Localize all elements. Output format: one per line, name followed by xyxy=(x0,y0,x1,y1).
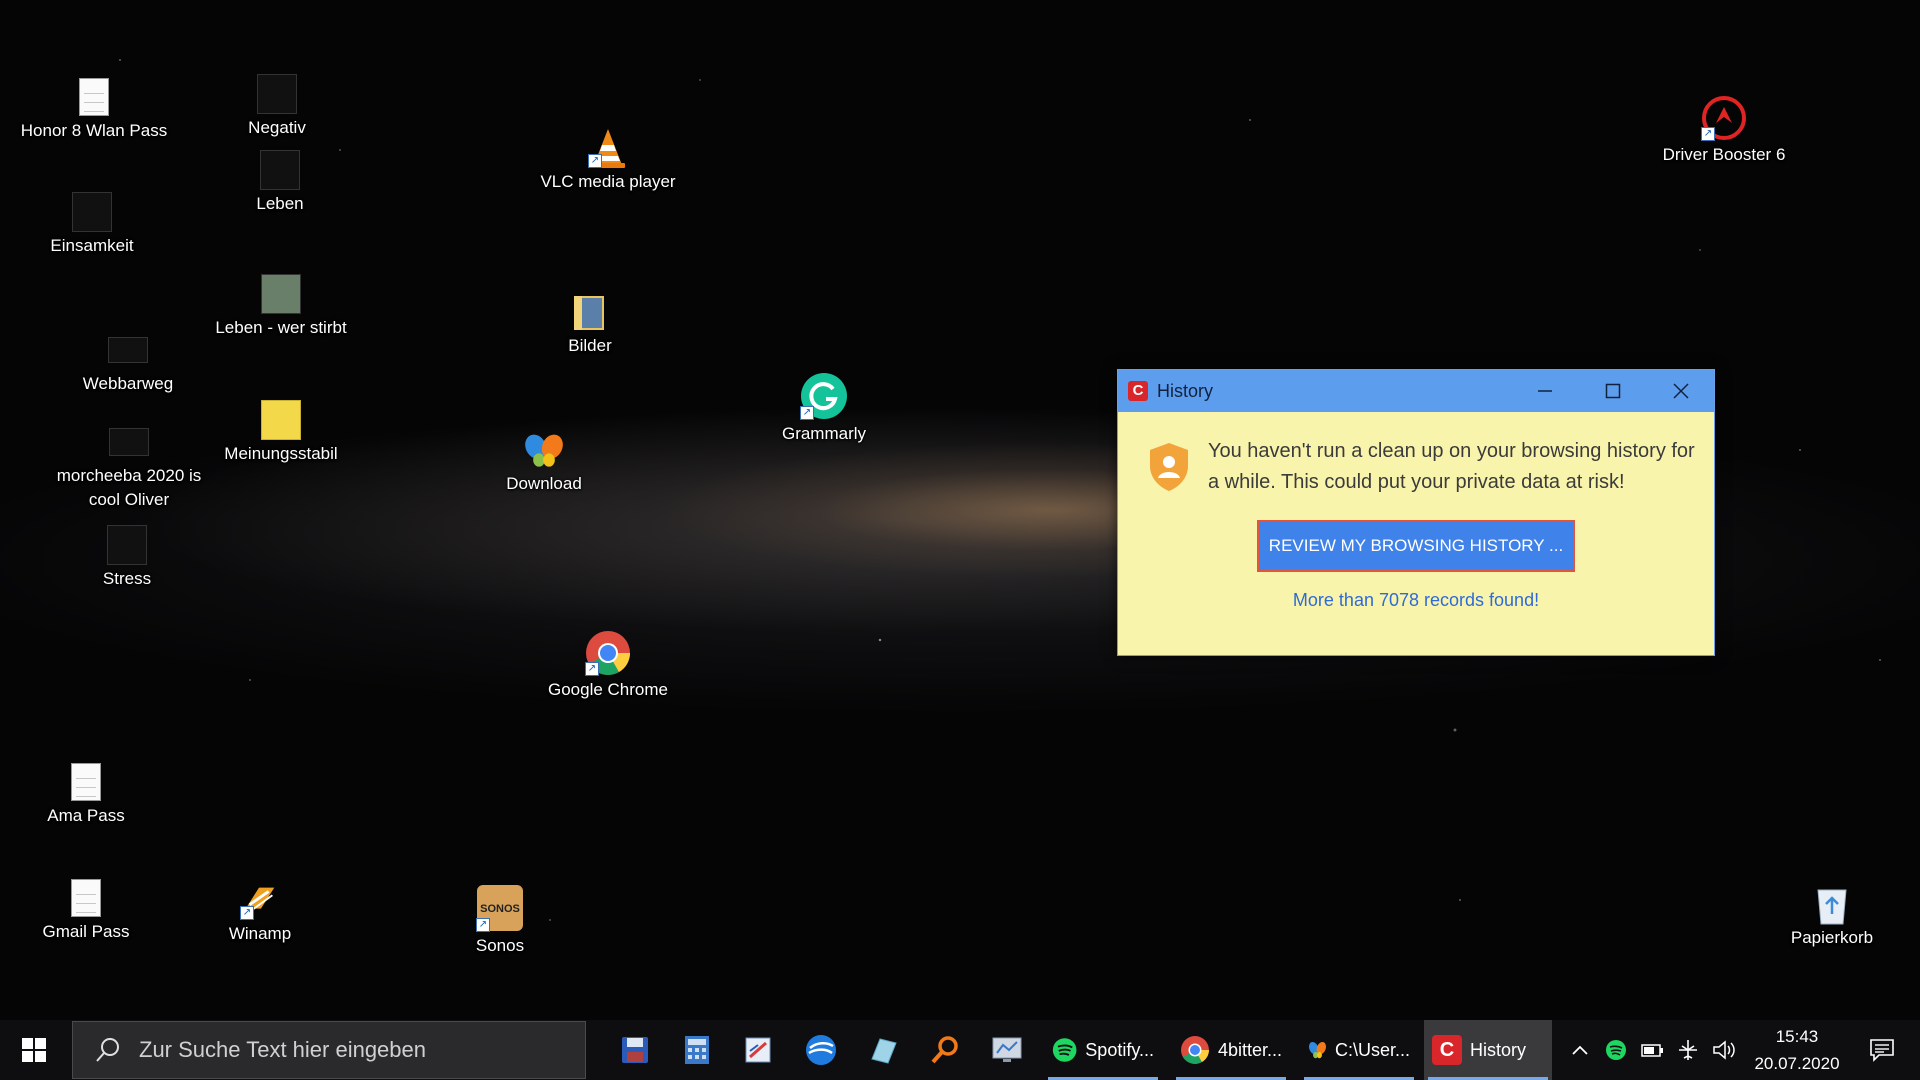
action-center-button[interactable] xyxy=(1852,1020,1912,1080)
desktop-icon-winamp[interactable]: ↗ Winamp xyxy=(185,880,335,946)
pinned-apps xyxy=(604,1020,1038,1080)
clock-date: 20.07.2020 xyxy=(1754,1054,1840,1073)
shortcut-arrow-icon: ↗ xyxy=(800,406,814,420)
battery-icon[interactable] xyxy=(1634,1020,1670,1080)
desktop-icon-einsamkeit[interactable]: Einsamkeit xyxy=(17,192,167,258)
text-file-icon xyxy=(66,878,106,918)
desktop-icon-driver-booster[interactable]: ↗ Driver Booster 6 xyxy=(1639,95,1809,167)
desktop-icon-google-chrome[interactable]: ↗ Google Chrome xyxy=(523,630,693,702)
review-browsing-history-button[interactable]: REVIEW MY BROWSING HISTORY ... xyxy=(1257,520,1575,572)
glass-app-icon[interactable] xyxy=(852,1020,914,1080)
close-icon xyxy=(1673,383,1689,399)
chevron-up-icon[interactable] xyxy=(1562,1020,1598,1080)
desktop-icon-bilder[interactable]: Bilder xyxy=(515,292,665,358)
c-logo-icon: C xyxy=(1128,381,1148,401)
shortcut-arrow-icon: ↗ xyxy=(585,662,599,676)
save-disk-icon[interactable] xyxy=(604,1020,666,1080)
popup-title: History xyxy=(1157,380,1214,401)
chrome-icon xyxy=(1180,1036,1209,1064)
desktop-icon-ama-pass[interactable]: Ama Pass xyxy=(11,762,161,828)
desktop-icon-papierkorb[interactable]: Papierkorb xyxy=(1757,884,1907,950)
taskbar-search-input[interactable]: Zur Suche Text hier eingeben xyxy=(72,1021,586,1079)
folder-icon xyxy=(570,292,610,332)
taskbar-app-chrome[interactable]: 4bitter... xyxy=(1172,1020,1290,1080)
maximize-button[interactable] xyxy=(1579,370,1647,412)
driver-booster-icon: ↗ xyxy=(1701,95,1747,141)
start-button[interactable] xyxy=(0,1020,68,1080)
clock-time: 15:43 xyxy=(1775,1027,1819,1046)
desktop-icon-vlc[interactable]: ↗ VLC media player xyxy=(523,128,693,194)
butterfly-icon xyxy=(1309,1041,1326,1059)
system-tray: 15:43 20.07.2020 xyxy=(1562,1020,1912,1080)
c-logo-icon: C xyxy=(1432,1035,1462,1065)
image-thumbnail-icon xyxy=(72,192,112,232)
privacy-shield-icon xyxy=(1150,443,1188,491)
shortcut-arrow-icon: ↗ xyxy=(476,918,490,932)
popup-body: You haven't run a clean up on your brows… xyxy=(1118,412,1714,655)
shortcut-arrow-icon: ↗ xyxy=(588,154,602,168)
desktop-icon-honor-wlan-pass[interactable]: Honor 8 Wlan Pass xyxy=(19,77,169,143)
search-placeholder: Zur Suche Text hier eingeben xyxy=(139,1037,426,1062)
desktop-icon-gmail-pass[interactable]: Gmail Pass xyxy=(11,878,161,944)
recycle-bin-icon xyxy=(1812,884,1852,925)
search-icon xyxy=(96,1038,119,1062)
image-thumbnail-icon xyxy=(261,400,301,440)
taskbar-app-history[interactable]: C History xyxy=(1424,1020,1552,1080)
notification-icon xyxy=(1870,1039,1894,1062)
records-found-link[interactable]: More than 7078 records found! xyxy=(1118,590,1714,611)
text-file-icon xyxy=(74,77,114,117)
volume-icon[interactable] xyxy=(1706,1020,1742,1080)
taskbar-app-label: Spotify... xyxy=(1085,1039,1154,1060)
airplane-icon[interactable] xyxy=(1670,1020,1706,1080)
butterfly-icon xyxy=(524,430,564,470)
grammarly-icon: ↗ xyxy=(800,372,848,420)
taskbar-app-label: 4bitter... xyxy=(1217,1039,1282,1060)
history-popup-window[interactable]: C History You haven't run a clean up on … xyxy=(1117,369,1715,656)
windows-logo-icon xyxy=(22,1038,46,1062)
svg-text:SONOS: SONOS xyxy=(480,903,520,915)
swirl-app-icon[interactable] xyxy=(790,1020,852,1080)
winamp-icon: ↗ xyxy=(240,880,280,920)
desktop-icon-webbarweg[interactable]: Webbarweg xyxy=(53,330,203,396)
search-magnifier-icon[interactable] xyxy=(914,1020,976,1080)
drawing-app-icon[interactable] xyxy=(728,1020,790,1080)
taskbar-app-spotify[interactable]: Spotify... xyxy=(1044,1020,1162,1080)
taskbar: Zur Suche Text hier eingeben Spotify... xyxy=(0,1020,1920,1080)
sonos-icon: SONOS ↗ xyxy=(476,884,524,932)
taskbar-clock[interactable]: 15:43 20.07.2020 xyxy=(1742,1023,1852,1077)
image-thumbnail-icon xyxy=(260,150,300,190)
image-thumbnail-icon xyxy=(109,422,149,462)
spotify-icon xyxy=(1052,1038,1077,1062)
popup-titlebar[interactable]: C History xyxy=(1118,370,1714,412)
calculator-icon[interactable] xyxy=(666,1020,728,1080)
taskbar-app-label: C:\User... xyxy=(1334,1039,1410,1060)
desktop-icon-meinungsstabil[interactable]: Meinungsstabil xyxy=(206,400,356,466)
minimize-icon xyxy=(1538,390,1552,392)
desktop-icon-leben[interactable]: Leben xyxy=(205,150,355,216)
desktop-icon-grammarly[interactable]: ↗ Grammarly xyxy=(749,372,899,446)
desktop-icon-download[interactable]: Download xyxy=(469,430,619,496)
shortcut-arrow-icon: ↗ xyxy=(1701,127,1715,141)
image-thumbnail-icon xyxy=(261,274,301,314)
minimize-button[interactable] xyxy=(1511,370,1579,412)
image-thumbnail-icon xyxy=(257,74,297,114)
vlc-cone-icon: ↗ xyxy=(588,128,628,168)
close-button[interactable] xyxy=(1647,370,1715,412)
desktop-icon-morcheeba[interactable]: morcheeba 2020 is cool Oliver xyxy=(44,422,214,512)
taskbar-app-explorer[interactable]: C:\User... xyxy=(1300,1020,1418,1080)
monitor-app-icon[interactable] xyxy=(976,1020,1038,1080)
text-file-icon xyxy=(66,762,106,802)
taskbar-app-label: History xyxy=(1470,1039,1527,1060)
image-thumbnail-icon xyxy=(108,330,148,370)
shortcut-arrow-icon: ↗ xyxy=(240,906,254,920)
spotify-tray-icon[interactable] xyxy=(1598,1020,1634,1080)
desktop-icon-negativ[interactable]: Negativ xyxy=(202,74,352,140)
desktop-icon-sonos[interactable]: SONOS ↗ Sonos xyxy=(425,884,575,958)
chrome-icon: ↗ xyxy=(585,630,631,676)
popup-message: You haven't run a clean up on your brows… xyxy=(1208,440,1695,493)
image-thumbnail-icon xyxy=(107,525,147,565)
desktop-icon-leben-wer-stirbt[interactable]: Leben - wer stirbt xyxy=(206,274,356,340)
desktop-icon-stress[interactable]: Stress xyxy=(52,525,202,591)
maximize-icon xyxy=(1605,383,1621,399)
